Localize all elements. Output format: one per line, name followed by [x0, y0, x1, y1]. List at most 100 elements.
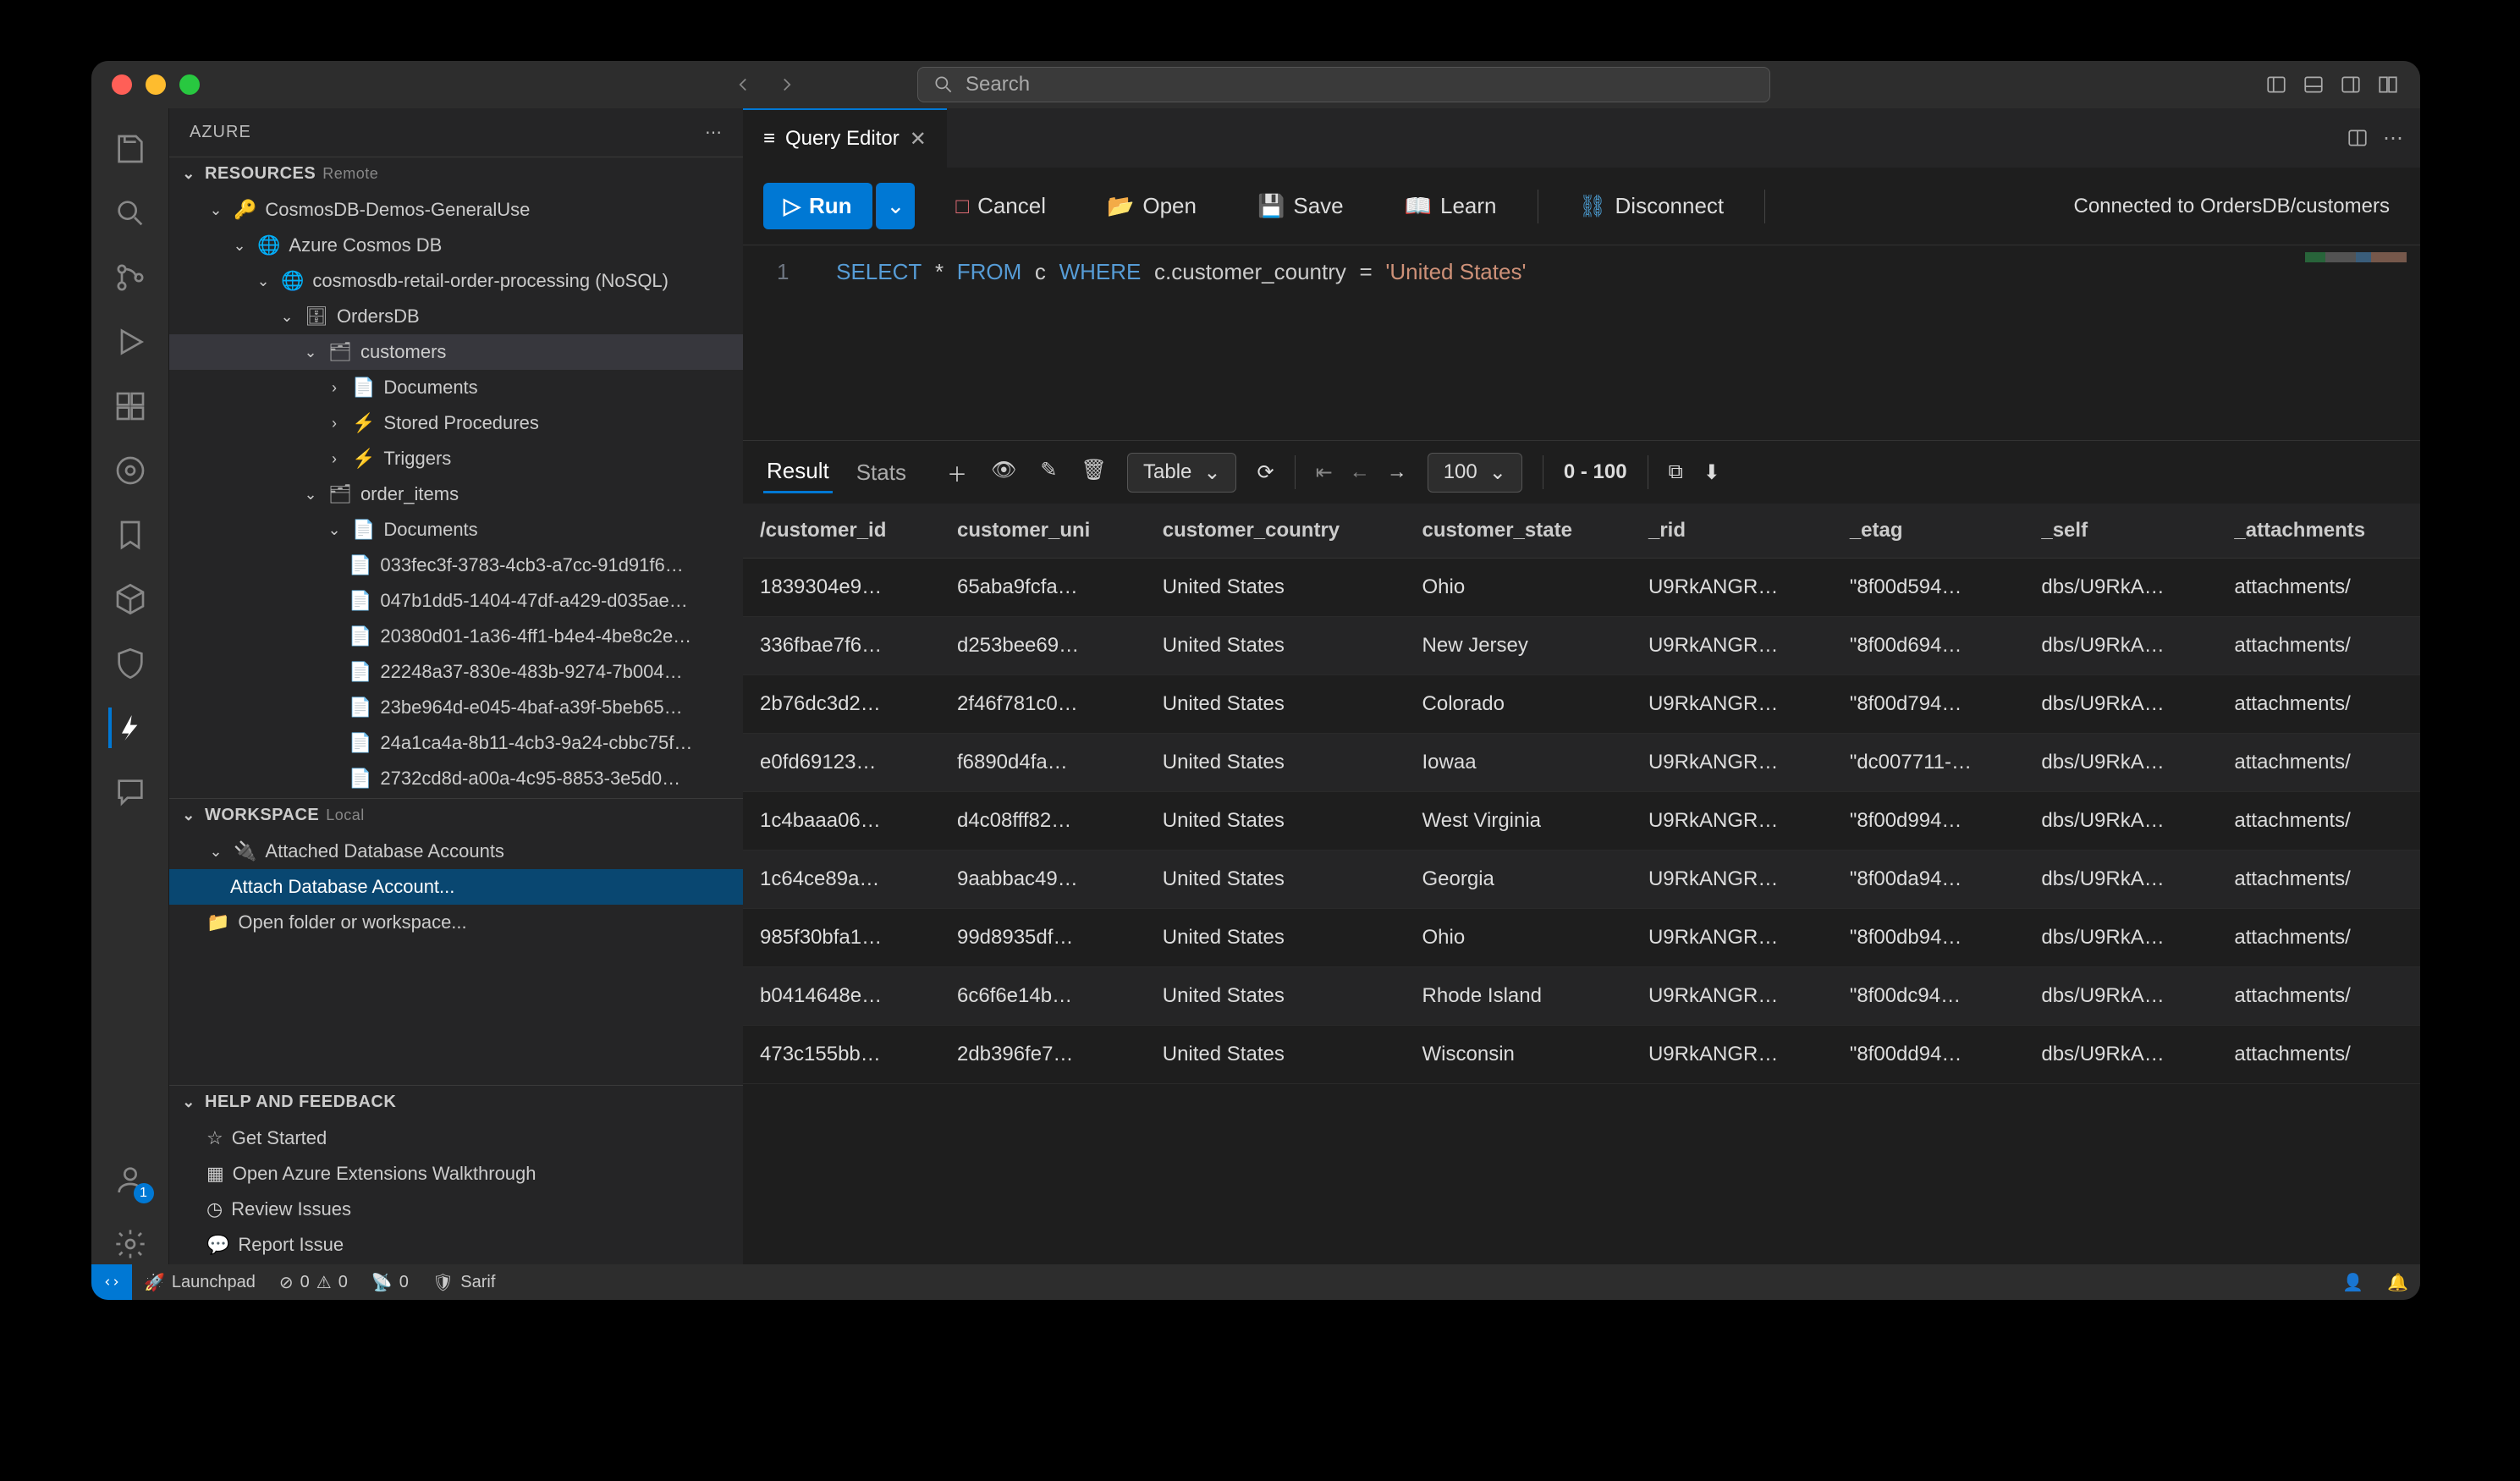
remote-indicator[interactable] — [91, 1264, 132, 1300]
ports-status[interactable]: 📡0 — [360, 1272, 421, 1293]
sprocs-node[interactable]: ›⚡Stored Procedures — [169, 405, 743, 441]
run-button[interactable]: ▷Run — [763, 183, 872, 229]
table-row[interactable]: e0fd69123…f6890d4fa…United StatesIowaaU9… — [743, 734, 2420, 792]
document-item[interactable]: 📄2732cd8d-a00a-4c95-8853-3e5d0… — [169, 761, 743, 796]
explorer-icon[interactable] — [110, 129, 151, 169]
close-window[interactable] — [112, 74, 132, 95]
table-row[interactable]: 336fbae7f6…d253bee69…United StatesNew Je… — [743, 617, 2420, 675]
column-header[interactable]: _etag — [1833, 504, 2025, 559]
open-folder-action[interactable]: 📁Open folder or workspace... — [169, 905, 743, 940]
table-row[interactable]: 985f30bfa1…99d8935df…United StatesOhioU9… — [743, 909, 2420, 967]
column-header[interactable]: customer_country — [1146, 504, 1406, 559]
remote-explorer-icon[interactable] — [110, 450, 151, 491]
extensions-icon[interactable] — [110, 386, 151, 427]
help-get-started[interactable]: ☆Get Started — [169, 1120, 743, 1156]
column-header[interactable]: _self — [2024, 504, 2217, 559]
account-node[interactable]: ⌄🌐cosmosdb-retail-order-processing (NoSQ… — [169, 263, 743, 299]
save-button[interactable]: 💾Save — [1237, 183, 1364, 229]
problems-status[interactable]: ⊘0⚠0 — [267, 1272, 360, 1293]
table-row[interactable]: b0414648e…6c6f6e14b…United StatesRhode I… — [743, 967, 2420, 1026]
disconnect-button[interactable]: ⛓Disconnect — [1559, 183, 1745, 229]
run-debug-icon[interactable] — [110, 322, 151, 362]
minimize-window[interactable] — [146, 74, 166, 95]
package-icon[interactable] — [110, 579, 151, 619]
panel-bottom-icon[interactable] — [2302, 73, 2325, 96]
tab-result[interactable]: Result — [763, 451, 833, 493]
table-row[interactable]: 1c4baaa06…d4c08fff82…United StatesWest V… — [743, 792, 2420, 851]
attached-accounts[interactable]: ⌄🔌Attached Database Accounts — [169, 834, 743, 869]
bell-icon[interactable]: 🔔 — [2375, 1272, 2420, 1293]
query-editor-content[interactable]: 1 SELECT * FROM c WHERE c.customer_count… — [743, 245, 2420, 440]
tab-stats[interactable]: Stats — [853, 453, 910, 493]
help-report-issue[interactable]: 💬Report Issue — [169, 1227, 743, 1263]
maximize-window[interactable] — [179, 74, 200, 95]
view-icon[interactable]: 👁 — [991, 458, 1016, 487]
accounts-icon[interactable] — [110, 1159, 151, 1200]
document-item[interactable]: 📄22248a37-830e-483b-9274-7b004… — [169, 654, 743, 690]
column-header[interactable]: customer_state — [1406, 504, 1631, 559]
launchpad-status[interactable]: 🚀Launchpad — [132, 1272, 267, 1293]
search-icon[interactable] — [110, 193, 151, 234]
layout-icon[interactable] — [2376, 73, 2400, 96]
delete-icon[interactable]: 🗑 — [1081, 458, 1107, 487]
table-row[interactable]: 1839304e9…65aba9fcfa…United StatesOhioU9… — [743, 559, 2420, 617]
panel-left-icon[interactable] — [2264, 73, 2288, 96]
results-grid[interactable]: /customer_idcustomer_unicustomer_country… — [743, 504, 2420, 1264]
triggers-node[interactable]: ›⚡Triggers — [169, 441, 743, 476]
nav-forward-icon[interactable] — [775, 73, 799, 96]
column-header[interactable]: _attachments — [2217, 504, 2420, 559]
run-split-button[interactable]: ⌄ — [876, 183, 916, 229]
resources-header[interactable]: ⌄ RESOURCES Remote — [169, 157, 743, 190]
attach-account-action[interactable]: Attach Database Account... — [169, 869, 743, 905]
container-customers[interactable]: ⌄🗂customers — [169, 334, 743, 370]
prev-page-icon[interactable]: ← — [1350, 460, 1370, 484]
azure-icon[interactable] — [108, 707, 149, 748]
open-button[interactable]: 📂Open — [1087, 183, 1217, 229]
help-walkthrough[interactable]: ▦Open Azure Extensions Walkthrough — [169, 1156, 743, 1192]
document-item[interactable]: 📄047b1dd5-1404-47df-a429-d035ae… — [169, 583, 743, 619]
column-header[interactable]: _rid — [1631, 504, 1833, 559]
shield-icon[interactable] — [110, 643, 151, 684]
copy-icon[interactable]: ⧉ — [1669, 460, 1683, 484]
help-header[interactable]: ⌄ HELP AND FEEDBACK — [169, 1086, 743, 1119]
refresh-icon[interactable]: ⟳ — [1257, 460, 1274, 485]
view-mode-select[interactable]: Table⌄ — [1127, 453, 1236, 493]
profile-icon[interactable]: 👤 — [2330, 1272, 2375, 1293]
workspace-header[interactable]: ⌄ WORKSPACE Local — [169, 799, 743, 832]
help-review-issues[interactable]: ◷Review Issues — [169, 1192, 743, 1227]
close-tab-icon[interactable]: ✕ — [910, 127, 927, 151]
container-order-items[interactable]: ⌄🗂order_items — [169, 476, 743, 512]
more-icon[interactable]: ⋯ — [705, 122, 723, 143]
document-item[interactable]: 📄24a1ca4a-8b11-4cb3-9a24-cbbc75f… — [169, 725, 743, 761]
settings-gear-icon[interactable] — [110, 1224, 151, 1264]
subscription-node[interactable]: ⌄🔑CosmosDB-Demos-GeneralUse — [169, 192, 743, 228]
page-size-select[interactable]: 100⌄ — [1428, 453, 1522, 493]
document-item[interactable]: 📄033fec3f-3783-4cb3-a7cc-91d91f6… — [169, 548, 743, 583]
cancel-button[interactable]: □Cancel — [935, 183, 1066, 229]
column-header[interactable]: customer_uni — [940, 504, 1146, 559]
service-node[interactable]: ⌄🌐Azure Cosmos DB — [169, 228, 743, 263]
column-header[interactable]: /customer_id — [743, 504, 940, 559]
more-icon[interactable]: ⋯ — [2383, 126, 2403, 151]
download-icon[interactable]: ⬇ — [1703, 460, 1720, 485]
document-item[interactable]: 📄23be964d-e045-4baf-a39f-5beb65… — [169, 690, 743, 725]
command-center[interactable]: Search — [917, 67, 1770, 102]
table-row[interactable]: 473c155bb…2db396fe7…United StatesWiscons… — [743, 1026, 2420, 1084]
minimap[interactable] — [2305, 252, 2407, 262]
split-editor-icon[interactable] — [2346, 126, 2369, 150]
table-row[interactable]: 2b76dc3d2…2f46f781c0…United StatesColora… — [743, 675, 2420, 734]
edit-icon[interactable]: ✎ — [1040, 458, 1057, 487]
first-page-icon[interactable]: ⇤ — [1316, 460, 1333, 485]
learn-button[interactable]: 📖Learn — [1384, 183, 1517, 229]
panel-right-icon[interactable] — [2339, 73, 2363, 96]
nav-back-icon[interactable] — [731, 73, 755, 96]
database-node[interactable]: ⌄🗄OrdersDB — [169, 299, 743, 334]
documents-node[interactable]: ⌄📄Documents — [169, 512, 743, 548]
tab-query-editor[interactable]: ≡ Query Editor ✕ — [743, 108, 947, 168]
add-icon[interactable]: ＋ — [947, 458, 967, 487]
comment-icon[interactable] — [110, 772, 151, 812]
source-control-icon[interactable] — [110, 257, 151, 298]
next-page-icon[interactable]: → — [1387, 460, 1407, 484]
table-row[interactable]: 1c64ce89a…9aabbac49…United StatesGeorgia… — [743, 851, 2420, 909]
bookmark-icon[interactable] — [110, 515, 151, 555]
